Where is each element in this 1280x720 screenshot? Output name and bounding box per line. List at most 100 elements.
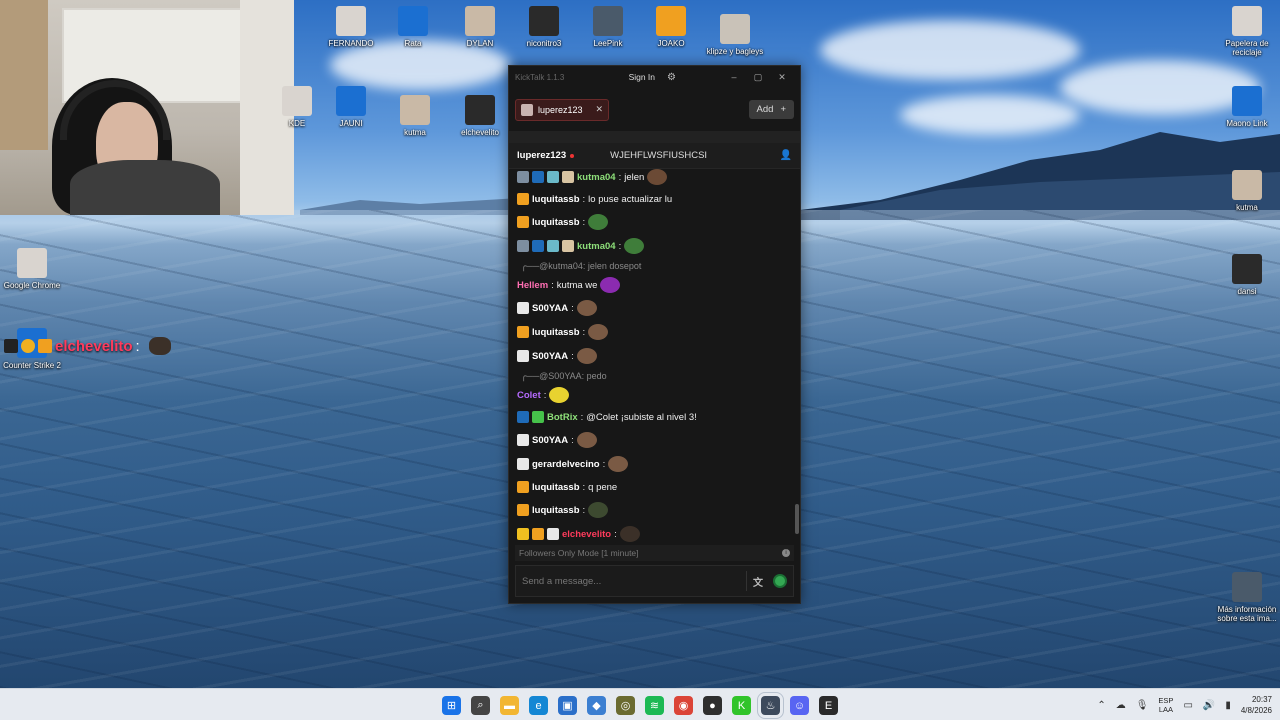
user-icon[interactable]: 👤 bbox=[780, 150, 792, 161]
maximize-button[interactable]: ▢ bbox=[746, 72, 770, 83]
chat-emote-icon[interactable] bbox=[600, 277, 621, 293]
desktop-icon-joako[interactable]: JOAKO bbox=[636, 6, 706, 48]
chat-username[interactable]: luquitassb bbox=[532, 505, 580, 516]
spotify-icon[interactable]: ≋ bbox=[645, 696, 664, 715]
chat-mode-bar: Followers Only Mode [1 minute] i bbox=[515, 545, 794, 561]
battery-icon[interactable]: ▮ bbox=[1225, 700, 1231, 711]
file-explorer-icon[interactable]: ▬ bbox=[500, 696, 519, 715]
chat-username[interactable]: S00YAA bbox=[532, 351, 568, 362]
epic-icon[interactable]: E bbox=[819, 696, 838, 715]
chat-input-container: 文 bbox=[515, 565, 794, 597]
user-badge-icon bbox=[517, 171, 529, 183]
desktop-icon-m-s-informaci-n-sobre-esta-ima-[interactable]: Más información sobre esta ima... bbox=[1212, 572, 1280, 623]
volume-icon[interactable]: 🔊 bbox=[1203, 700, 1215, 711]
chat-emote-icon[interactable] bbox=[624, 238, 645, 254]
translate-icon[interactable]: 文 bbox=[753, 574, 763, 589]
chat-message: luquitassb: bbox=[517, 498, 784, 522]
clock[interactable]: 20:37 4/8/2026 bbox=[1241, 694, 1272, 716]
desktop-icon-jauni[interactable]: JAUNI bbox=[316, 86, 386, 128]
chrome-icon bbox=[17, 248, 47, 278]
discord-icon[interactable]: ☺ bbox=[790, 696, 809, 715]
chat-username[interactable]: BotRix bbox=[547, 412, 578, 423]
desktop-icon-rata[interactable]: Rata bbox=[378, 6, 448, 48]
chat-scrollbar[interactable] bbox=[795, 166, 799, 546]
chat-username[interactable]: luquitassb bbox=[532, 217, 580, 228]
kick-icon[interactable]: K bbox=[732, 696, 751, 715]
chat-emote-icon[interactable] bbox=[576, 432, 597, 448]
chat-emote-icon[interactable] bbox=[576, 348, 597, 364]
sign-in-button[interactable]: Sign In bbox=[629, 72, 655, 82]
reply-text: @S00YAA: pedo bbox=[539, 371, 607, 381]
chat-username[interactable]: S00YAA bbox=[532, 435, 568, 446]
overlay-badge-icon bbox=[21, 339, 35, 353]
chat-username[interactable]: elchevelito bbox=[562, 529, 611, 540]
overlay-badge-icon bbox=[4, 339, 18, 353]
desktop-icon-fernando[interactable]: FERNANDO bbox=[316, 6, 386, 48]
clock-time: 20:37 bbox=[1251, 695, 1272, 704]
chat-emote-icon[interactable] bbox=[588, 502, 609, 518]
search-icon[interactable]: ⌕ bbox=[471, 696, 490, 715]
chat-username[interactable]: S00YAA bbox=[532, 303, 568, 314]
taskbar: ⊞ ⌕ ▬ e ▣ ◆ ◎ ≋ ◉ ● K ♨ ☺ E ⌃ ☁ 🎙 ESP LAA ▭ 🔊 ▮ 20:37… bbox=[0, 688, 1280, 720]
app-icon[interactable]: ◆ bbox=[587, 696, 606, 715]
chat-emote-icon[interactable] bbox=[608, 456, 629, 472]
channel-username[interactable]: luperez123 bbox=[517, 150, 566, 161]
cloud-icon[interactable]: ☁ bbox=[1116, 700, 1126, 711]
tab-luperez123[interactable]: luperez123 ✕ bbox=[515, 98, 610, 121]
desktop-icon-dylan[interactable]: DYLAN bbox=[445, 6, 515, 48]
desktop-icon-elchevelito[interactable]: elchevelito bbox=[445, 95, 515, 137]
chat-username[interactable]: gerardelvecino bbox=[532, 459, 600, 470]
chat-emote-icon[interactable] bbox=[588, 324, 609, 340]
store-icon[interactable]: ▣ bbox=[558, 696, 577, 715]
desktop-icon-papelera-de-reciclaje[interactable]: Papelera de reciclaje bbox=[1212, 6, 1280, 57]
desktop-icon-leepink[interactable]: LeePink bbox=[573, 6, 643, 48]
overlay-username: elchevelito bbox=[55, 337, 133, 355]
gaming-icon[interactable]: ◎ bbox=[616, 696, 635, 715]
steam-icon[interactable]: ♨ bbox=[757, 692, 784, 719]
chat-message: Hellem: kutma we bbox=[517, 274, 784, 296]
microphone-icon[interactable]: 🎙 bbox=[1136, 700, 1149, 711]
webcam-feed bbox=[0, 0, 294, 215]
chrome-icon[interactable]: ◉ bbox=[674, 696, 693, 715]
obs-icon[interactable]: ● bbox=[703, 696, 722, 715]
close-button[interactable]: ✕ bbox=[770, 72, 794, 83]
chat-emote-icon[interactable] bbox=[619, 526, 640, 542]
chat-username[interactable]: luquitassb bbox=[532, 482, 580, 493]
chat-username[interactable]: kutma04 bbox=[577, 172, 616, 183]
language-indicator[interactable]: ESP LAA bbox=[1158, 696, 1173, 714]
message-input[interactable] bbox=[522, 575, 740, 587]
chat-message: luquitassb: bbox=[517, 320, 784, 344]
chat-username[interactable]: luquitassb bbox=[532, 194, 580, 205]
tab-label: luperez123 bbox=[538, 104, 583, 115]
app-icon bbox=[282, 86, 312, 116]
desktop-icon-maono-link[interactable]: Maono Link bbox=[1212, 86, 1280, 128]
chevron-up-icon[interactable]: ⌃ bbox=[1097, 700, 1105, 711]
network-icon[interactable]: ▭ bbox=[1183, 700, 1192, 711]
chat-username[interactable]: Hellem bbox=[517, 280, 548, 291]
overlay-separator: : bbox=[135, 337, 140, 355]
info-icon[interactable]: i bbox=[782, 549, 790, 557]
edge-icon[interactable]: e bbox=[529, 696, 548, 715]
emote-picker-icon[interactable] bbox=[773, 574, 787, 588]
desktop-icon-google-chrome[interactable]: Google Chrome bbox=[0, 248, 67, 290]
desktop-icon-niconitro3[interactable]: niconitro3 bbox=[509, 6, 579, 48]
desktop-icon-kutma[interactable]: kutma bbox=[1212, 170, 1280, 212]
user-badge-icon bbox=[517, 434, 529, 446]
chat-emote-icon[interactable] bbox=[588, 214, 609, 230]
chat-username[interactable]: kutma04 bbox=[577, 241, 616, 252]
chat-emote-icon[interactable] bbox=[576, 300, 597, 316]
desktop-icon-dansi[interactable]: dansi bbox=[1212, 254, 1280, 296]
desktop-icon-klipze-y-bagleys[interactable]: klipze y bagleys bbox=[700, 14, 770, 56]
chat-emote-icon[interactable] bbox=[549, 387, 570, 403]
chat-emote-icon[interactable] bbox=[647, 169, 668, 185]
app-title: KickTalk 1.1.3 bbox=[515, 72, 565, 82]
minimize-button[interactable]: – bbox=[722, 72, 746, 82]
gear-icon[interactable]: ⚙ bbox=[667, 72, 676, 83]
add-channel-button[interactable]: Add + bbox=[748, 100, 794, 119]
start-button[interactable]: ⊞ bbox=[442, 696, 461, 715]
desktop-icon-kutma[interactable]: kutma bbox=[380, 95, 450, 137]
chat-username[interactable]: Colet bbox=[517, 390, 541, 401]
chat-username[interactable]: luquitassb bbox=[532, 327, 580, 338]
close-tab-icon[interactable]: ✕ bbox=[596, 104, 604, 115]
chat-message: S00YAA: bbox=[517, 428, 784, 452]
